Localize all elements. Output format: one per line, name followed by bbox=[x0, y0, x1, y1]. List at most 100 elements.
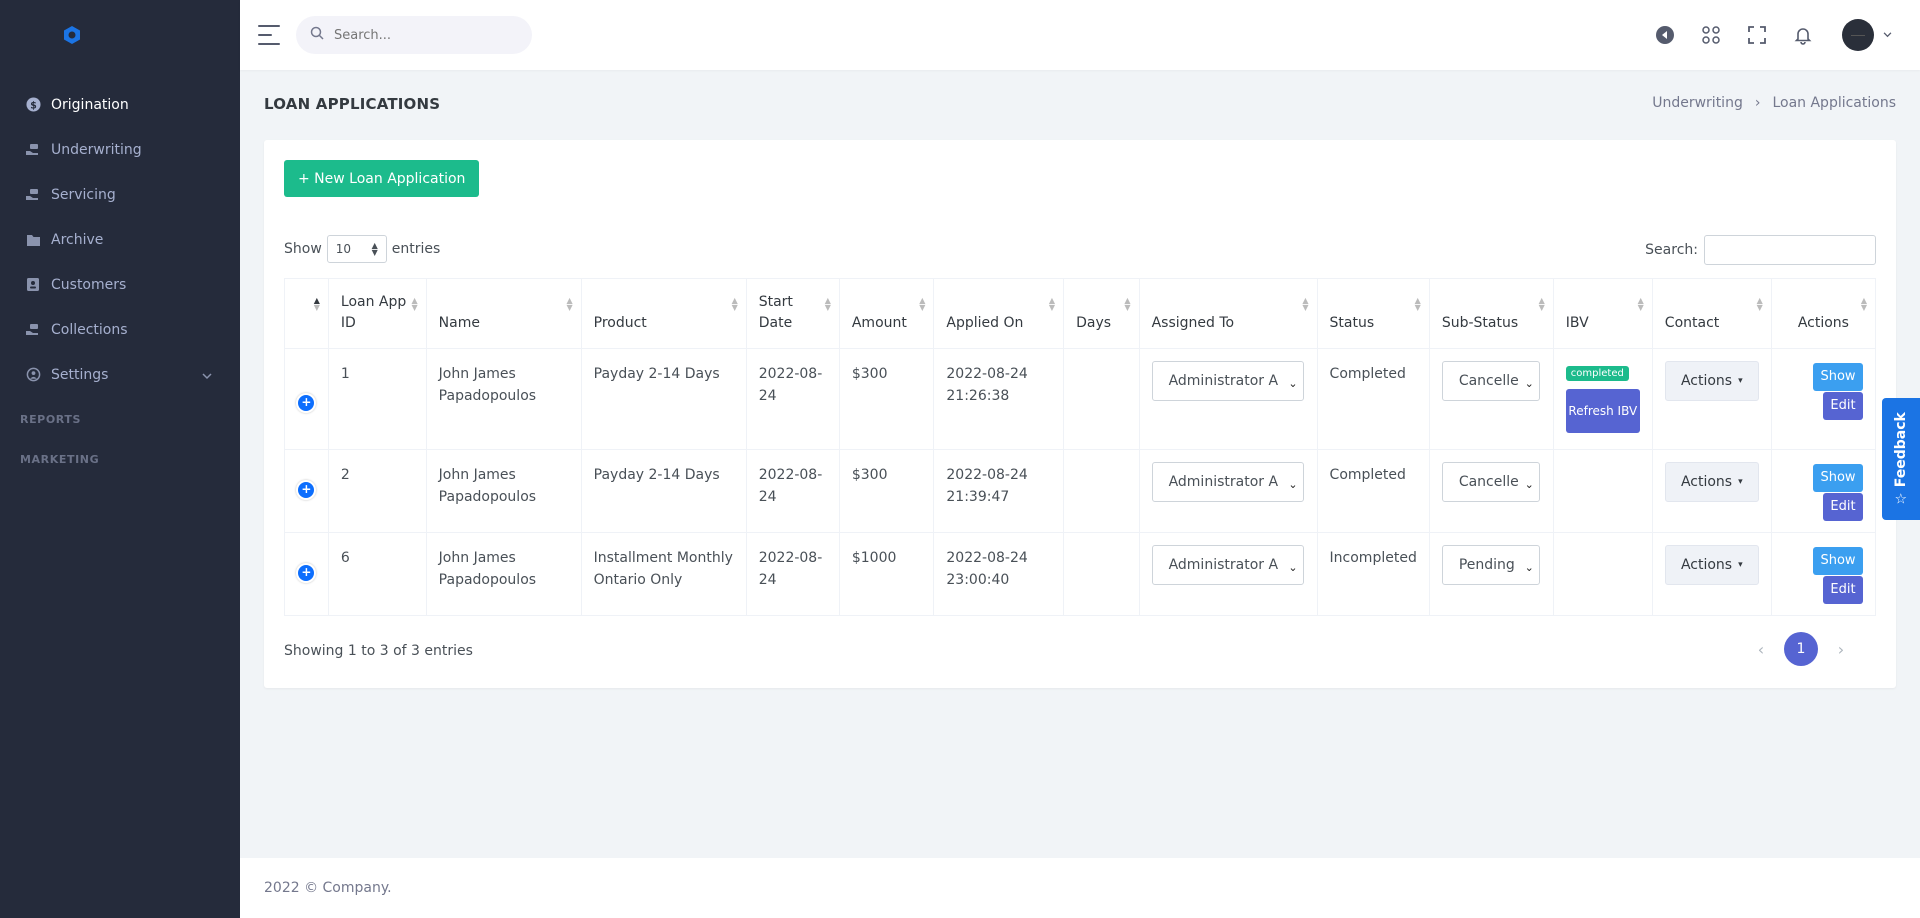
column-header-amount[interactable]: Amount ▲ ▼ bbox=[838, 278, 935, 349]
page-title: LOAN APPLICATIONS bbox=[264, 95, 441, 113]
column-header-sub-status[interactable]: Sub-Status ▲ ▼ bbox=[1428, 278, 1554, 349]
assigned-to-select[interactable]: Administrator A ⌄ bbox=[1151, 462, 1304, 502]
assigned-to-cell: Administrator A ⌄ bbox=[1138, 532, 1318, 616]
sort-icon: ▲ ▼ bbox=[919, 296, 926, 312]
name-cell: John James Papadopoulos bbox=[425, 532, 582, 616]
column-header-name[interactable]: Name ▲ ▼ bbox=[425, 278, 582, 349]
sub-status-cell: Cancelle ⌄ bbox=[1428, 348, 1554, 450]
show-button[interactable]: Show bbox=[1813, 464, 1863, 492]
table-search-input[interactable] bbox=[1704, 235, 1876, 265]
column-header-label: Start Date bbox=[758, 294, 793, 331]
start-date-cell: 2022-08-24 bbox=[745, 348, 840, 450]
table-search-label: Search: bbox=[1645, 242, 1698, 258]
column-header-status[interactable]: Status ▲ ▼ bbox=[1316, 278, 1430, 349]
show-button[interactable]: Show bbox=[1813, 547, 1863, 575]
sort-icon: ▲ ▼ bbox=[1860, 296, 1867, 312]
column-header-actions[interactable]: Actions ▲ ▼ bbox=[1770, 278, 1877, 349]
back-arrow-icon[interactable] bbox=[1652, 22, 1678, 48]
bell-icon[interactable] bbox=[1790, 22, 1816, 48]
column-header-loan-app-id[interactable]: Loan App ID ▲ ▼ bbox=[327, 278, 427, 349]
edit-button[interactable]: Edit bbox=[1823, 576, 1863, 604]
breadcrumb-item-current: Loan Applications bbox=[1772, 95, 1896, 111]
menu-toggle-icon[interactable] bbox=[258, 25, 280, 45]
new-loan-application-button[interactable]: + New Loan Application bbox=[284, 160, 480, 197]
sort-icon: ▲ ▼ bbox=[566, 296, 573, 312]
edit-button[interactable]: Edit bbox=[1823, 392, 1863, 420]
chevron-down-icon: ⌄ bbox=[1285, 373, 1298, 395]
assigned-to-select[interactable]: Administrator A ⌄ bbox=[1151, 545, 1304, 585]
search-icon bbox=[310, 26, 324, 44]
sidebar-item-customers[interactable]: Customers bbox=[0, 262, 240, 307]
column-header-assigned-to[interactable]: Assigned To ▲ ▼ bbox=[1138, 278, 1318, 349]
edit-button[interactable]: Edit bbox=[1823, 493, 1863, 521]
sidebar-item-origination[interactable]: $ Origination bbox=[0, 82, 240, 127]
sidebar-item-servicing[interactable]: Servicing bbox=[0, 172, 240, 217]
fullscreen-icon[interactable] bbox=[1744, 22, 1770, 48]
assigned-to-select[interactable]: Administrator A ⌄ bbox=[1151, 361, 1304, 401]
pagination-previous[interactable]: ‹ bbox=[1744, 632, 1778, 666]
sub-status-cell: Pending ⌄ bbox=[1428, 532, 1554, 616]
show-entries: Show 10 ▲ ▼ entries bbox=[284, 235, 440, 263]
sidebar-item-collections[interactable]: Collections bbox=[0, 307, 240, 352]
column-header-ibv[interactable]: IBV ▲ ▼ bbox=[1552, 278, 1653, 349]
sub-status-cell: Cancelle ⌄ bbox=[1428, 449, 1554, 533]
sub-status-select[interactable]: Cancelle ⌄ bbox=[1441, 361, 1540, 401]
loan-applications-card: + New Loan Application Show 10 ▲ ▼ entrie… bbox=[264, 140, 1896, 688]
feedback-tab[interactable]: ☆ Feedback bbox=[1882, 398, 1920, 520]
contact-actions-dropdown[interactable]: Actions ▾ bbox=[1664, 361, 1759, 401]
amount-cell: $300 bbox=[838, 348, 935, 450]
assigned-to-value: Administrator A bbox=[1168, 474, 1279, 490]
applied-on-cell: 2022-08-24 23:00:40 bbox=[933, 532, 1065, 616]
expand-cell: + bbox=[284, 449, 329, 533]
show-button[interactable]: Show bbox=[1813, 363, 1863, 391]
sub-status-select[interactable]: Pending ⌄ bbox=[1441, 545, 1540, 585]
column-header-expand[interactable]: ▲ ▼ bbox=[284, 278, 329, 349]
sort-icon: ▲ ▼ bbox=[1756, 296, 1763, 312]
pagination-page-1[interactable]: 1 bbox=[1784, 632, 1818, 666]
entries-per-page-select[interactable]: 10 ▲ ▼ bbox=[326, 235, 387, 263]
chevron-down-icon[interactable] bbox=[1880, 22, 1894, 48]
gear-icon bbox=[25, 367, 41, 383]
global-search[interactable] bbox=[296, 16, 532, 54]
avatar[interactable] bbox=[1842, 19, 1874, 51]
expand-row-icon[interactable]: + bbox=[298, 565, 315, 581]
chevron-down-icon: ⌄ bbox=[1285, 474, 1298, 496]
logo[interactable] bbox=[0, 0, 240, 70]
loan-applications-table: ▲ ▼ Loan App ID ▲ ▼ Name ▲ ▼ Product ▲ ▼ Start … bbox=[284, 278, 1877, 616]
sub-status-select[interactable]: Cancelle ⌄ bbox=[1441, 462, 1540, 502]
sidebar-item-archive[interactable]: Archive bbox=[0, 217, 240, 262]
column-header-label: Name bbox=[438, 315, 480, 331]
contact-actions-dropdown[interactable]: Actions ▾ bbox=[1664, 545, 1759, 585]
table-row: + 6 John James Papadopoulos Installment … bbox=[284, 532, 1877, 616]
sort-icon: ▲ ▼ bbox=[1538, 296, 1545, 312]
sub-status-value: Cancelle bbox=[1458, 373, 1519, 389]
column-header-label: Contact bbox=[1664, 315, 1720, 331]
contact-actions-dropdown[interactable]: Actions ▾ bbox=[1664, 462, 1759, 502]
table-info: Showing 1 to 3 of 3 entries bbox=[284, 643, 473, 659]
assigned-to-cell: Administrator A ⌄ bbox=[1138, 449, 1318, 533]
sidebar-item-underwriting[interactable]: Underwriting bbox=[0, 127, 240, 172]
search-input[interactable] bbox=[334, 27, 504, 43]
ibv-cell: completed Refresh IBV bbox=[1552, 348, 1653, 450]
expand-row-icon[interactable]: + bbox=[298, 482, 315, 498]
sidebar-item-settings[interactable]: Settings bbox=[0, 352, 240, 397]
pagination-next[interactable]: › bbox=[1824, 632, 1858, 666]
breadcrumb-item-underwriting[interactable]: Underwriting bbox=[1652, 95, 1743, 111]
sidebar-item-label: Collections bbox=[51, 321, 128, 338]
column-header-applied-on[interactable]: Applied On ▲ ▼ bbox=[933, 278, 1065, 349]
apps-grid-icon[interactable] bbox=[1698, 22, 1724, 48]
column-header-product[interactable]: Product ▲ ▼ bbox=[580, 278, 747, 349]
status-cell: Completed bbox=[1316, 449, 1430, 533]
sort-icon: ▲ ▼ bbox=[731, 296, 738, 312]
chevron-down-icon: ▾ bbox=[1738, 560, 1743, 570]
column-header-start-date[interactable]: Start Date ▲ ▼ bbox=[745, 278, 840, 349]
column-header-days[interactable]: Days ▲ ▼ bbox=[1063, 278, 1140, 349]
expand-row-icon[interactable]: + bbox=[298, 395, 315, 411]
sidebar-section-reports: REPORTS bbox=[20, 412, 81, 426]
show-label: Show bbox=[284, 241, 322, 257]
refresh-ibv-button[interactable]: Refresh IBV bbox=[1565, 389, 1640, 433]
column-header-contact[interactable]: Contact ▲ ▼ bbox=[1651, 278, 1772, 349]
sidebar-item-label: Origination bbox=[51, 96, 129, 113]
sort-icon: ▲ ▼ bbox=[411, 296, 418, 312]
table-search: Search: bbox=[1645, 235, 1876, 265]
